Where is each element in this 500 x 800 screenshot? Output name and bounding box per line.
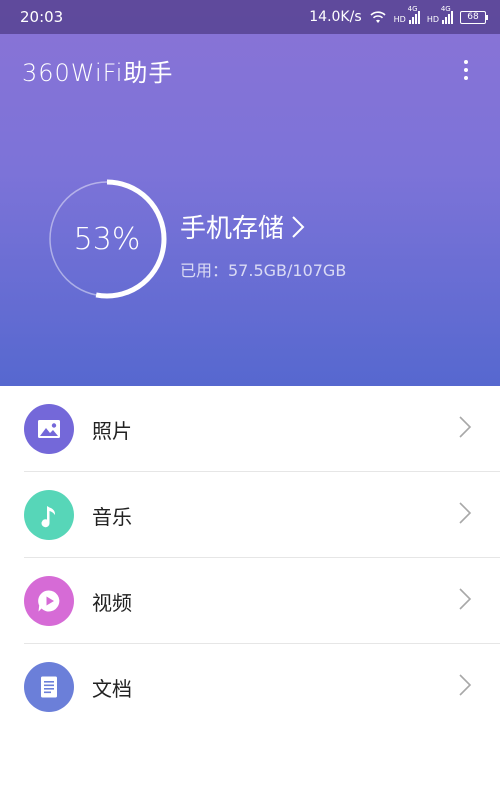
music-note-icon	[41, 506, 56, 528]
storage-title: 手机存储	[180, 214, 285, 244]
wifi-icon	[370, 11, 386, 23]
network-type-label: 4G	[407, 5, 418, 13]
hd-label: HD	[426, 15, 439, 24]
category-label: 视频	[92, 590, 132, 615]
chevron-right-icon	[458, 415, 472, 443]
documents-icon-circle	[24, 662, 74, 712]
status-bar: 20:03 14.0K/s HD 4G HD 4G 68	[0, 0, 500, 34]
storage-percent: 53%	[73, 221, 141, 257]
network-type-label: 4G	[440, 5, 451, 13]
image-icon	[38, 420, 60, 438]
storage-header: 20:03 14.0K/s HD 4G HD 4G 68 360WiFi助手 5…	[0, 0, 500, 386]
battery-level: 68	[467, 12, 479, 22]
signal-strength-icon-sim1: HD 4G	[393, 5, 420, 24]
category-item-documents[interactable]: 文档	[0, 644, 500, 730]
more-options-button[interactable]	[454, 55, 478, 85]
category-list: 照片 音乐 视频 文档	[0, 386, 500, 730]
chevron-right-icon	[458, 673, 472, 701]
category-item-music[interactable]: 音乐	[0, 472, 500, 558]
app-title: 360WiFi助手	[22, 58, 174, 87]
battery-icon: 68	[460, 10, 488, 24]
category-label: 照片	[92, 418, 132, 443]
more-dot-icon	[464, 60, 468, 64]
network-speed: 14.0K/s	[309, 9, 362, 25]
category-label: 音乐	[92, 504, 132, 529]
hd-label: HD	[393, 15, 406, 24]
storage-usage-ring: 53%	[46, 178, 168, 300]
chevron-right-icon	[292, 215, 305, 238]
status-indicators: 14.0K/s HD 4G HD 4G 68	[309, 5, 488, 25]
category-item-videos[interactable]: 视频	[0, 558, 500, 644]
video-icon-circle	[24, 576, 74, 626]
category-label: 文档	[92, 676, 132, 701]
signal-strength-icon-sim2: HD 4G	[426, 5, 453, 24]
photos-icon-circle	[24, 404, 74, 454]
storage-title-row: 手机存储	[180, 208, 346, 245]
music-icon-circle	[24, 490, 74, 540]
storage-used-text: 已用：57.5GB/107GB	[180, 261, 347, 280]
more-dot-icon	[464, 68, 468, 72]
chevron-right-icon	[458, 501, 472, 529]
status-time: 20:03	[20, 8, 64, 26]
chevron-right-icon	[458, 587, 472, 615]
phone-storage-link[interactable]: 手机存储 已用：57.5GB/107GB	[180, 208, 346, 281]
more-dot-icon	[464, 76, 468, 80]
category-item-photos[interactable]: 照片	[0, 386, 500, 472]
app-bar: 360WiFi助手	[0, 34, 500, 106]
video-play-icon	[38, 590, 60, 612]
document-icon	[41, 676, 57, 698]
